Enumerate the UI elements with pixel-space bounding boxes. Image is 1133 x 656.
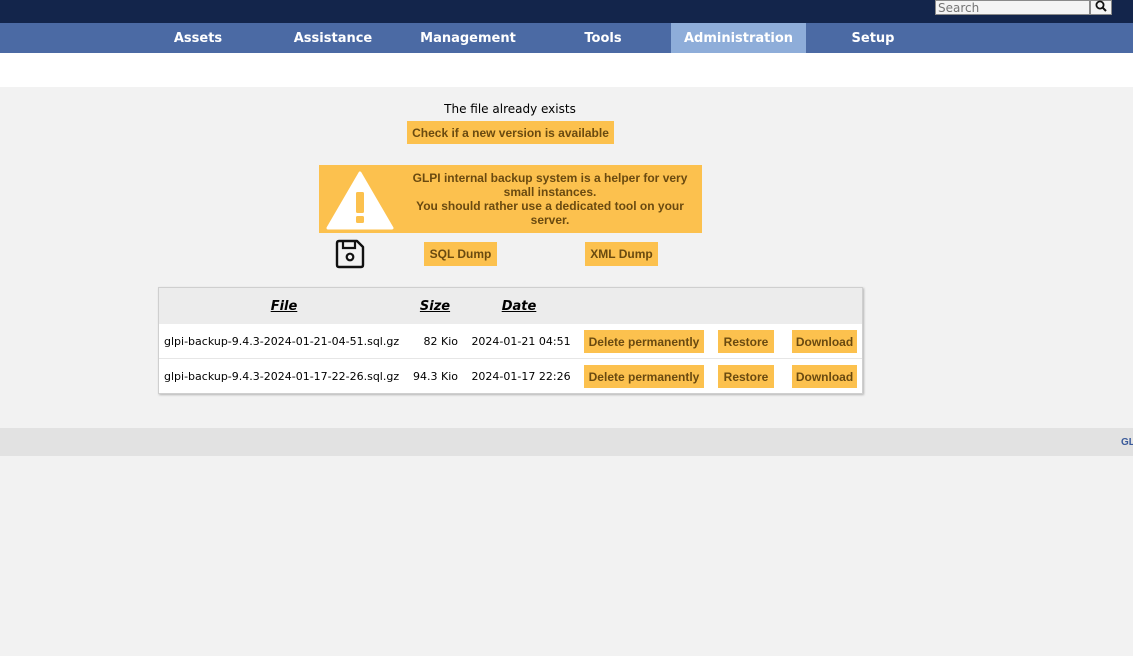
download-button[interactable]: Download xyxy=(792,330,857,353)
menu-setup[interactable]: Setup xyxy=(830,23,916,53)
status-message: The file already exists xyxy=(444,102,576,116)
menu-administration[interactable]: Administration xyxy=(671,23,806,53)
search-button[interactable] xyxy=(1090,0,1112,15)
file-name: glpi-backup-9.4.3-2024-01-21-04-51.sql.g… xyxy=(164,335,400,348)
menu-tools[interactable]: Tools xyxy=(560,23,646,53)
warning-text: GLPI internal backup system is a helper … xyxy=(407,171,693,227)
warning-box: GLPI internal backup system is a helper … xyxy=(319,165,702,233)
warning-icon xyxy=(325,170,395,233)
search-icon xyxy=(1095,0,1107,15)
restore-button[interactable]: Restore xyxy=(718,330,774,353)
file-size: 94.3 Kio xyxy=(413,370,458,383)
table-header: File Size Date xyxy=(159,288,862,324)
restore-button[interactable]: Restore xyxy=(718,365,774,388)
file-date: 2024-01-21 04:51 xyxy=(471,335,571,348)
warning-line-2: You should rather use a dedicated tool o… xyxy=(416,199,684,227)
table-row: glpi-backup-9.4.3-2024-01-17-22-26.sql.g… xyxy=(159,359,862,394)
main-menu: Assets Assistance Management Tools Admin… xyxy=(0,23,1133,53)
search-input[interactable] xyxy=(935,0,1090,15)
menu-assistance[interactable]: Assistance xyxy=(285,23,381,53)
menu-assets[interactable]: Assets xyxy=(150,23,246,53)
footer-link[interactable]: GLPI xyxy=(1121,437,1133,448)
table-row: glpi-backup-9.4.3-2024-01-21-04-51.sql.g… xyxy=(159,324,862,359)
save-icon xyxy=(334,238,366,273)
menu-management[interactable]: Management xyxy=(410,23,526,53)
xml-dump-button[interactable]: XML Dump xyxy=(585,242,658,266)
file-size: 82 Kio xyxy=(423,335,459,348)
backup-table: File Size Date glpi-backup-9.4.3-2024-01… xyxy=(158,287,863,394)
delete-button[interactable]: Delete permanently xyxy=(584,365,704,388)
file-name: glpi-backup-9.4.3-2024-01-17-22-26.sql.g… xyxy=(164,370,400,383)
file-date: 2024-01-17 22:26 xyxy=(471,370,571,383)
footer: GLPI xyxy=(0,428,1133,456)
top-header xyxy=(0,0,1133,23)
header-file[interactable]: File xyxy=(259,288,309,324)
check-version-button[interactable]: Check if a new version is available xyxy=(407,121,614,144)
download-button[interactable]: Download xyxy=(792,365,857,388)
delete-button[interactable]: Delete permanently xyxy=(584,330,704,353)
sql-dump-button[interactable]: SQL Dump xyxy=(424,242,497,266)
header-size[interactable]: Size xyxy=(415,288,455,324)
sub-header xyxy=(0,53,1133,87)
header-date[interactable]: Date xyxy=(494,288,544,324)
warning-line-1: GLPI internal backup system is a helper … xyxy=(412,171,688,199)
